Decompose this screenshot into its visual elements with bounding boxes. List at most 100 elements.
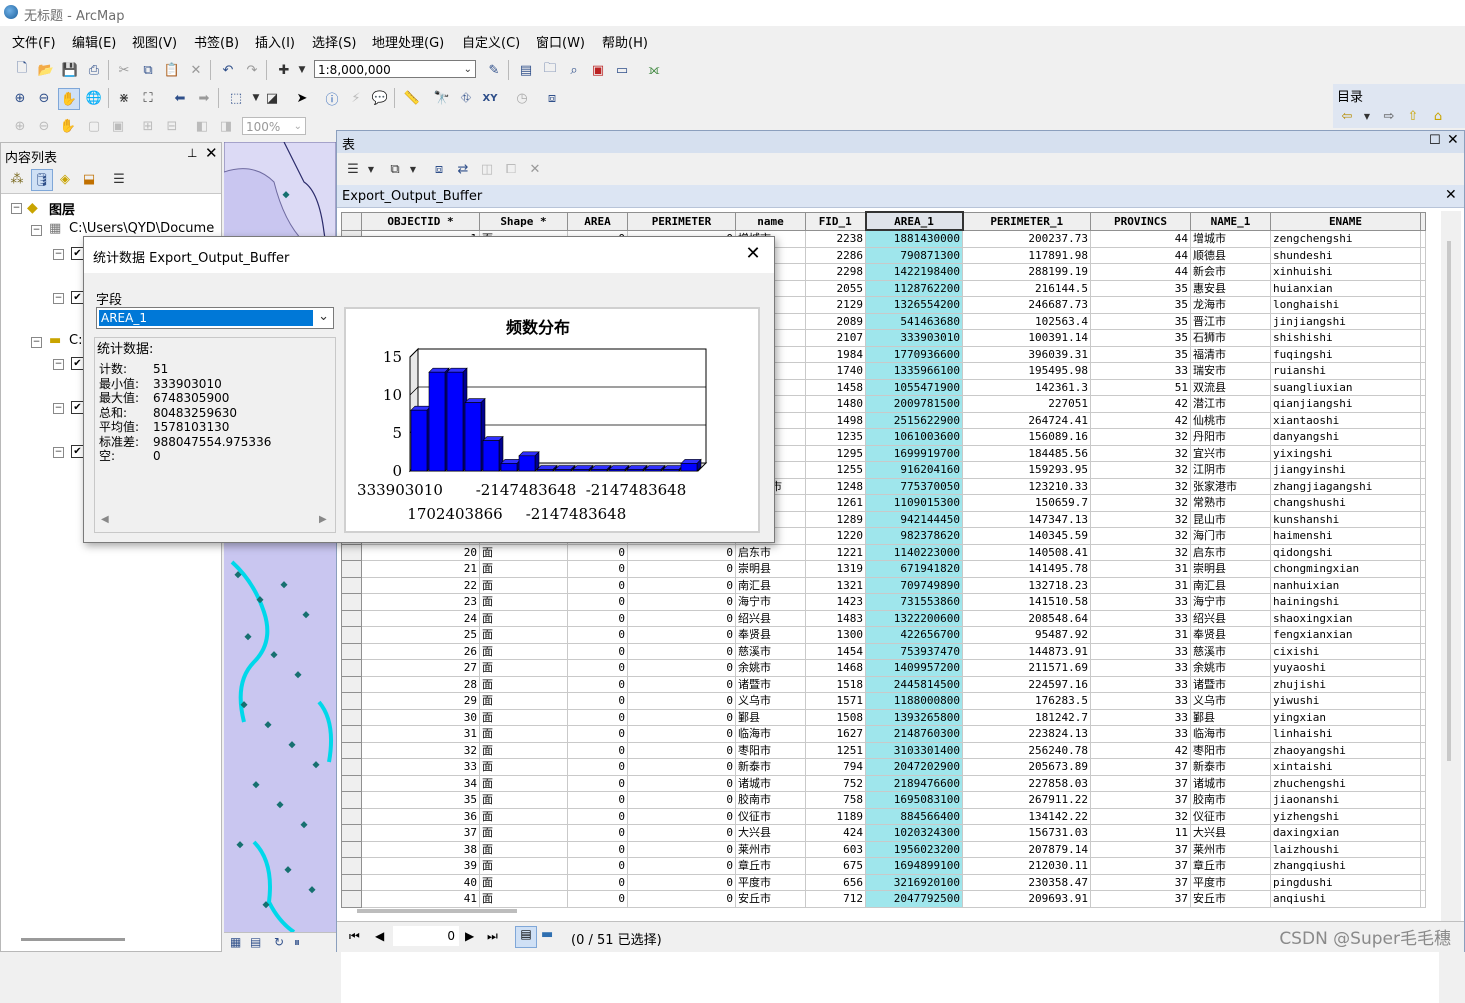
menu-insert[interactable]: 插入(I) [255,32,295,51]
table-cell[interactable]: 1128762200 [865,279,963,297]
table-cell[interactable]: 新泰市 [1190,758,1271,776]
open-folder-icon[interactable]: 📂 [36,60,56,80]
table-cell[interactable]: 莱州市 [1190,840,1271,858]
table-cell[interactable]: 1335966100 [865,362,963,380]
measure-icon[interactable]: 📏 [402,88,422,108]
last-record-icon[interactable]: ⏭ [487,929,498,944]
table-cell[interactable]: 面 [479,725,568,743]
table-cell[interactable]: danyangshi [1270,428,1421,446]
map-scale-combo[interactable]: 1:8,000,000 ⌄ [314,60,476,78]
table-row[interactable]: 28 面 0 0 诸暨市 1518 2445814500 224597.16 33 诸暨市 zhuj… [341,675,1426,693]
table-cell[interactable]: 790871300 [865,246,963,264]
table-cell[interactable]: zengchengshi [1270,229,1421,248]
table-cell[interactable]: 1255 [805,461,866,479]
table-cell[interactable]: 宜兴市 [1190,444,1271,462]
table-cell[interactable]: 37 [1090,840,1191,858]
table-row[interactable]: 38 面 0 0 莱州市 603 1956023200 207879.14 37 莱州市 laizh… [341,840,1426,858]
table-cell[interactable]: yingxian [1270,708,1421,726]
table-cell[interactable]: 916204160 [865,461,963,479]
table-cell[interactable]: 1319 [805,560,866,578]
table-cell[interactable]: 0 [627,890,736,908]
table-cell[interactable]: 140345.59 [962,527,1091,545]
table-cell[interactable]: 0 [627,560,736,578]
table-cell[interactable]: 面 [479,560,568,578]
table-cell[interactable]: 209693.91 [962,890,1091,908]
table-row[interactable]: 20 面 0 0 启东市 1221 1140223000 140508.41 32 启东市 qido… [341,543,1426,561]
table-cell[interactable]: 0 [627,873,736,891]
table-cell[interactable]: 0 [627,708,736,726]
related-tables-dropdown-icon[interactable]: ▼ [403,159,423,179]
table-cell[interactable]: 面 [479,890,568,908]
table-cell[interactable]: 1483 [805,609,866,627]
table-cell[interactable]: 32 [1090,444,1191,462]
hyperlink-icon[interactable]: ⚡ [346,88,366,108]
table-cell[interactable]: 32 [1090,477,1191,495]
table-cell[interactable]: 32 [1090,510,1191,528]
search-window-icon[interactable]: ⌕ [564,60,584,80]
row-selector[interactable] [341,560,362,578]
table-cell[interactable]: 150659.7 [962,494,1091,512]
table-cell[interactable]: shaoxingxian [1270,609,1421,627]
table-cell[interactable]: 117891.98 [962,246,1091,264]
table-cell[interactable]: 1295 [805,444,866,462]
collapse-layer-icon[interactable]: − [53,403,64,414]
table-cell[interactable]: 212030.11 [962,857,1091,875]
table-cell[interactable]: 0 [567,725,628,743]
row-selector[interactable] [341,840,362,858]
table-row[interactable]: 36 面 0 0 仪征市 1189 884566400 134142.22 32 仪征市 yizhe… [341,807,1426,825]
table-cell[interactable]: 709749890 [865,576,963,594]
row-selector[interactable] [341,593,362,611]
layout-zoom-combo[interactable]: 100% ⌄ [242,117,306,135]
table-cell[interactable]: 22 [361,576,480,594]
table-cell[interactable]: 龙海市 [1190,296,1271,314]
table-cell[interactable]: 1261 [805,494,866,512]
previous-record-icon[interactable]: ◀ [375,929,384,943]
table-cell[interactable]: 0 [627,741,736,759]
table-cell[interactable]: 33 [1090,659,1191,677]
table-cell[interactable]: 37 [1090,890,1191,908]
table-cell[interactable]: 1508 [805,708,866,726]
table-cell[interactable]: 31 [1090,626,1191,644]
html-popup-icon[interactable]: 💬 [370,88,390,108]
row-selector[interactable] [341,873,362,891]
collapse-folder-icon[interactable]: − [31,225,42,236]
table-cell[interactable]: 33 [1090,642,1191,660]
row-selector[interactable] [341,626,362,644]
show-all-records-icon[interactable]: ▤ [515,926,537,948]
modelbuilder-icon[interactable]: ⟗ [644,60,664,80]
row-selector[interactable] [341,824,362,842]
table-tab[interactable]: Export_Output_Buffer ✕ [337,185,1464,208]
menu-customize[interactable]: 自定义(C) [462,32,520,51]
clear-selection-icon[interactable]: ◫ [477,159,497,179]
table-cell[interactable]: 37 [1090,758,1191,776]
table-cell[interactable]: 1454 [805,642,866,660]
cut-icon[interactable]: ✂ [114,60,134,80]
table-cell[interactable]: 775370050 [865,477,963,495]
table-cell[interactable]: 章丘市 [735,857,806,875]
table-cell[interactable]: 123210.33 [962,477,1091,495]
undo-icon[interactable]: ↶ [218,60,238,80]
table-cell[interactable]: 29 [361,692,480,710]
save-icon[interactable]: 💾 [60,60,80,80]
table-cell[interactable]: 1571 [805,692,866,710]
table-cell[interactable]: suangliuxian [1270,378,1421,396]
table-cell[interactable]: 0 [567,824,628,842]
column-header[interactable]: name [735,211,806,231]
first-record-icon[interactable]: ⏮ [349,929,360,944]
table-cell[interactable]: 仪征市 [1190,807,1271,825]
table-cell[interactable]: 1321 [805,576,866,594]
table-cell[interactable]: 33 [1090,675,1191,693]
table-cell[interactable]: 昆山市 [1190,510,1271,528]
layout-zoom-in-icon[interactable]: ⊕ [10,116,30,136]
table-cell[interactable]: chongmingxian [1270,560,1421,578]
table-cell[interactable]: xintaishi [1270,758,1421,776]
table-row[interactable]: 27 面 0 0 余姚市 1468 1409957200 211571.69 33 余姚市 yuya… [341,659,1426,677]
clear-selection-icon[interactable]: ◪ [262,88,282,108]
column-header[interactable]: PROVINCS [1090,211,1191,231]
table-cell[interactable]: 603 [805,840,866,858]
find-binoculars-icon[interactable]: 🔭 [432,88,452,108]
table-cell[interactable]: 面 [479,543,568,561]
table-cell[interactable]: 37 [1090,857,1191,875]
close-icon[interactable]: ✕ [742,243,764,265]
table-cell[interactable]: 慈溪市 [1190,642,1271,660]
